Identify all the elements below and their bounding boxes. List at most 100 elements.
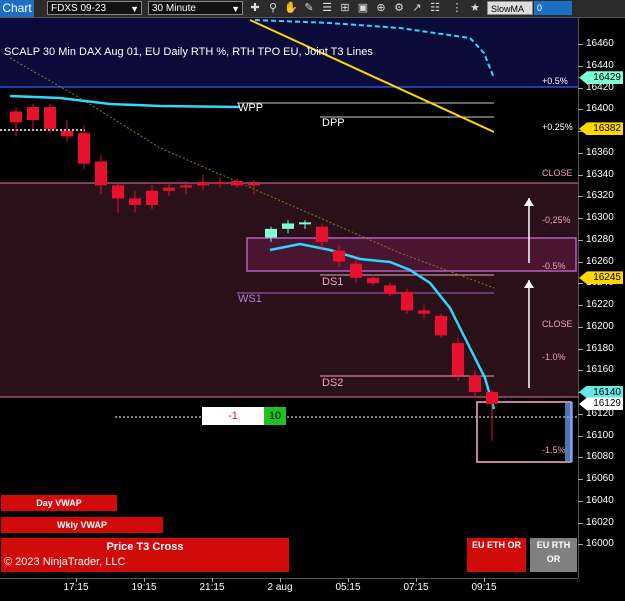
chevron-down-icon: ▼ <box>130 4 139 14</box>
price-tick-mark <box>578 152 583 154</box>
ds2-label: DS2 <box>322 377 344 389</box>
vwap-button[interactable]: 0 VWAP <box>534 1 572 27</box>
price-tick-label: 16160 <box>586 364 614 376</box>
candle-body <box>333 250 345 262</box>
pct-minus-1-5: -1.5% <box>542 445 566 455</box>
slow-ma-button[interactable]: SlowMA <box>487 1 533 15</box>
candle-body <box>486 392 498 404</box>
zoom-icon[interactable]: ⚲ <box>266 1 280 15</box>
more-icon[interactable]: ⋮ <box>450 1 464 15</box>
timeframe-value: 30 Minute <box>152 3 196 14</box>
candle-body <box>418 310 430 314</box>
tab-chart[interactable]: Chart <box>0 0 34 17</box>
eu-eth-or-button[interactable]: EU ETH OR <box>467 538 526 572</box>
price-tick-label: 16260 <box>586 255 614 267</box>
instrument-value: FDXS 09-23 <box>51 3 107 14</box>
price-tick-label: 16180 <box>586 342 614 354</box>
price-tick-label: 16040 <box>586 494 614 506</box>
crosshair-icon[interactable]: ✚ <box>248 1 262 15</box>
wkly-vwap-button[interactable]: Wkly VWAP <box>1 517 163 533</box>
time-axis[interactable]: 17:15 19:15 21:15 2 aug 05:15 07:15 09:15 <box>0 578 625 601</box>
price-tick-mark <box>578 413 583 415</box>
price-t3-cross-label: Price T3 Cross <box>106 541 184 553</box>
pct-close-lower: CLOSE <box>542 319 573 329</box>
eu-rth-or-button[interactable]: EU RTH OR <box>530 538 577 572</box>
price-tick-mark <box>578 348 583 350</box>
price-tick-label: 16460 <box>586 38 614 49</box>
time-tick-label: 07:15 <box>403 582 429 593</box>
cyan-curve-left <box>9 94 241 109</box>
position-qty[interactable]: -1 <box>202 407 264 425</box>
time-tick-mark <box>280 578 281 582</box>
price-axis[interactable]: 1646016440164201640016380163601634016320… <box>578 18 625 578</box>
data-box-icon[interactable]: ▣ <box>356 1 370 15</box>
properties-icon[interactable]: ⚙ <box>392 1 406 15</box>
price-tick-label: 16360 <box>586 146 614 158</box>
instrument-select[interactable]: FDXS 09-23 ▼ <box>47 1 142 15</box>
ws1-label: WS1 <box>238 293 262 305</box>
price-tick-mark <box>578 500 583 502</box>
template-icon[interactable]: ⊞ <box>338 1 352 15</box>
candle-body <box>95 161 107 186</box>
price-tick-label: 16320 <box>586 190 614 202</box>
price-tick-mark <box>578 109 583 111</box>
price-tick-mark <box>578 479 583 480</box>
price-tick-mark <box>578 544 583 546</box>
price-tick-label: 16100 <box>586 429 614 441</box>
candle-body <box>316 226 328 242</box>
candle-body <box>469 375 481 392</box>
candle-body <box>452 343 464 376</box>
time-tick-label: 17:15 <box>63 582 89 593</box>
copyright-text: © 2023 NinjaTrader, LLC <box>4 556 126 568</box>
day-vwap-button[interactable]: Day VWAP <box>1 495 117 511</box>
price-tick-label: 16000 <box>586 538 614 550</box>
price-tag: 16245 <box>579 271 623 285</box>
add-icon[interactable]: ⊕ <box>374 1 388 15</box>
chart-plot-area[interactable]: SCALP 30 Min DAX Aug 01, EU Daily RTH %,… <box>0 18 578 578</box>
list-icon[interactable]: ☷ <box>428 1 442 15</box>
candle-body <box>299 222 311 225</box>
chevron-down-icon: ▼ <box>231 4 240 14</box>
pan-icon[interactable]: ✋ <box>284 1 298 15</box>
candle-body <box>401 291 413 311</box>
price-tick-label: 16300 <box>586 212 614 223</box>
price-tick-mark <box>578 457 583 459</box>
ds1-label: DS1 <box>322 276 344 288</box>
candle-body <box>350 263 362 278</box>
candle-body <box>146 190 158 205</box>
price-tick-mark <box>578 370 583 372</box>
pct-plus-0-25: +0.25% <box>542 122 573 132</box>
candle-body <box>27 107 39 121</box>
candle-body <box>248 183 260 186</box>
draw-icon[interactable]: ✎ <box>302 1 316 15</box>
time-tick-mark <box>144 578 145 582</box>
candle-body <box>163 187 175 191</box>
strategy-icon[interactable]: ★ <box>468 1 482 15</box>
price-tick-mark <box>578 196 583 198</box>
price-tag: 16382 <box>579 122 623 136</box>
time-tick-mark <box>212 578 213 582</box>
time-tick-label: 09:15 <box>471 582 497 593</box>
price-tick-mark <box>578 87 583 89</box>
price-tick-mark <box>578 326 583 328</box>
time-tick-mark <box>76 578 77 582</box>
candle-body <box>44 107 56 129</box>
price-tick-mark <box>578 261 583 263</box>
bars-icon[interactable]: ☰ <box>320 1 334 15</box>
wpp-label: WPP <box>238 102 264 114</box>
toolbar: Chart FDXS 09-23 ▼ 30 Minute ▼ ✚ ⚲ ✋ ✎ ☰… <box>0 0 625 27</box>
pct-plus-0-5: +0.5% <box>542 76 568 86</box>
price-tick-label: 16400 <box>586 103 614 115</box>
price-tick-mark <box>578 435 583 437</box>
eu-or-bar <box>565 402 573 462</box>
pct-minus-0-25: -0,25% <box>542 215 571 225</box>
candle-body <box>78 133 90 164</box>
price-tick-label: 16280 <box>586 233 614 245</box>
time-tick-label: 19:15 <box>131 582 157 593</box>
timeframe-select[interactable]: 30 Minute ▼ <box>148 1 243 15</box>
price-tag: 16429 <box>579 71 623 85</box>
share-icon[interactable]: ↗ <box>410 1 424 15</box>
candle-body <box>231 181 243 186</box>
position-pnl[interactable]: 10 <box>264 407 286 425</box>
chart-canvas <box>0 18 578 463</box>
